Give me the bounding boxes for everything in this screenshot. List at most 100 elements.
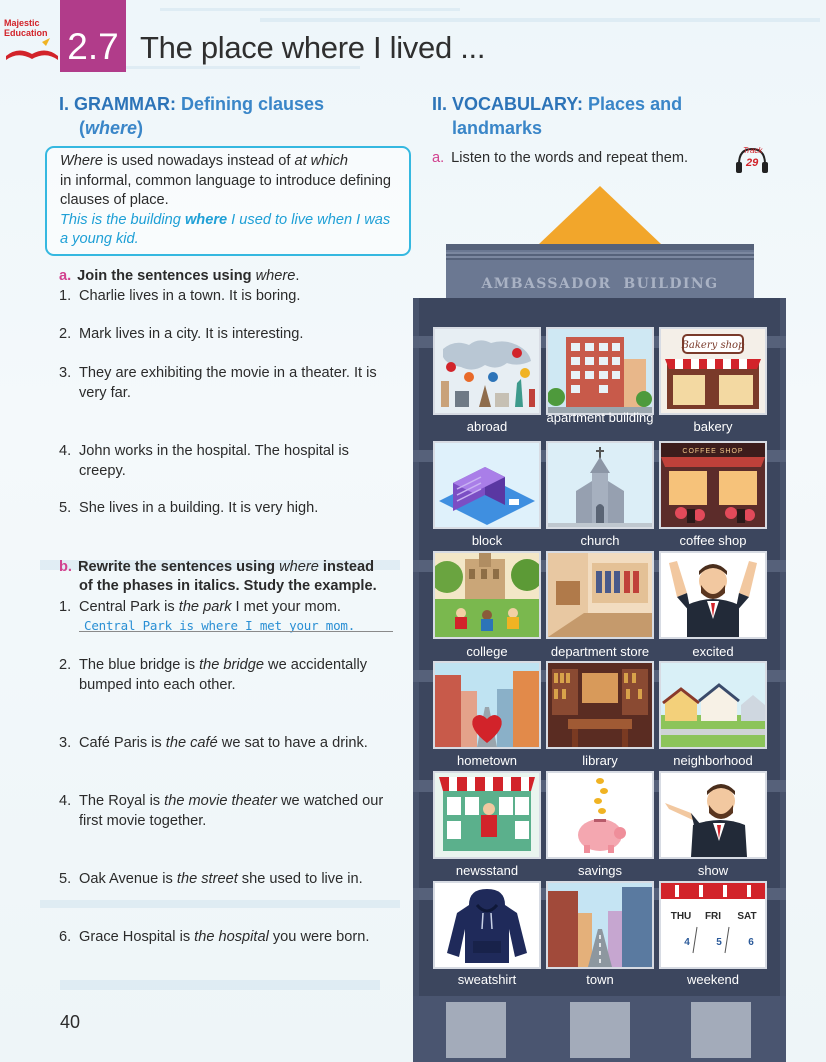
item-italic: the street bbox=[176, 871, 238, 887]
world-map-icon bbox=[435, 329, 539, 413]
hometown-icon bbox=[435, 663, 539, 747]
vocab-image-church bbox=[546, 441, 654, 529]
decor-stripe bbox=[40, 900, 400, 908]
item-pre: Central Park is bbox=[79, 599, 179, 615]
rule-text-2: in informal, common language to introduc… bbox=[60, 172, 391, 209]
task-a-item: 4. John works in the hospital. The hospit… bbox=[59, 441, 399, 481]
vocab-word: excited bbox=[692, 644, 734, 659]
audio-track-badge[interactable]: Track 29 bbox=[734, 144, 770, 176]
vocab-word: show bbox=[697, 863, 729, 878]
calendar-date: 4 bbox=[684, 937, 690, 948]
decor-stripe bbox=[160, 8, 460, 11]
rule-word-where: Where bbox=[60, 153, 103, 169]
vocab-heading-value: Places and bbox=[588, 94, 683, 114]
vocab-word: weekend bbox=[686, 972, 740, 987]
grammar-rule-box: Where is used nowadays instead of at whi… bbox=[45, 146, 411, 256]
city-block-icon bbox=[435, 443, 539, 527]
vocab-task-a: a. Listen to the words and repeat them. bbox=[432, 150, 688, 166]
vocab-word: department store bbox=[550, 644, 650, 659]
page-number: 40 bbox=[60, 1012, 81, 1032]
paren-close: ) bbox=[137, 118, 144, 138]
item-text: John works in the hospital. The hospital… bbox=[79, 443, 349, 479]
vocabulary-heading-line2: landmarks bbox=[452, 116, 542, 140]
item-pre: The Royal is bbox=[79, 793, 165, 809]
calendar-day: SAT bbox=[737, 911, 756, 922]
building-base bbox=[413, 996, 786, 1062]
hoodie-icon bbox=[435, 883, 539, 967]
building-sign-label: AMBASSADOR BUILDING bbox=[446, 276, 754, 292]
item-pre: Grace Hospital is bbox=[79, 929, 195, 945]
vocabulary-heading: II. VOCABULARY: Places and bbox=[432, 92, 682, 116]
unit-number-badge: 2.7 bbox=[60, 0, 126, 72]
bakery-shop-icon: Bakery shop bbox=[661, 329, 765, 413]
vocab-image-weekend: THU FRI SAT 4 5 6 bbox=[659, 881, 767, 969]
task-b-instruction: b. Rewrite the sentences using where inst… bbox=[59, 558, 374, 577]
rule-line-1: Where is used nowadays instead of at whi… bbox=[60, 152, 397, 172]
vocab-image-hometown bbox=[433, 661, 541, 749]
item-text: They are exhibiting the movie in a theat… bbox=[79, 365, 377, 401]
vocab-task-text: Listen to the words and repeat them. bbox=[451, 150, 689, 166]
item-text: Mark lives in a city. It is interesting. bbox=[79, 326, 304, 342]
vocab-word: bakery bbox=[693, 419, 733, 434]
sign-word-1: AMBASSADOR bbox=[481, 276, 612, 292]
vocab-word: library bbox=[582, 753, 618, 768]
item-number: 1. bbox=[59, 288, 72, 304]
task-a-end: . bbox=[295, 268, 300, 284]
decor-stripe bbox=[120, 66, 360, 69]
college-icon bbox=[435, 553, 539, 637]
task-a-item: 5. She lives in a building. It is very hi… bbox=[59, 498, 399, 518]
item-number: 2. bbox=[59, 326, 72, 342]
item-italic: the bridge bbox=[199, 657, 264, 673]
task-a-word: where bbox=[255, 268, 296, 284]
calendar-day: THU bbox=[671, 911, 692, 922]
building-roof bbox=[539, 186, 661, 244]
calendar-date: 6 bbox=[748, 937, 754, 948]
task-b-letter: b. bbox=[59, 559, 72, 575]
vocab-image-bakery: Bakery shop bbox=[659, 327, 767, 415]
vocab-image-town bbox=[546, 881, 654, 969]
vocab-image-coffee-shop: COFFEE SHOP bbox=[659, 441, 767, 529]
item-text: Charlie lives in a town. It is boring. bbox=[79, 288, 301, 304]
item-italic: the movie theater bbox=[164, 793, 277, 809]
task-a-item: 3. They are exhibiting the movie in a the… bbox=[59, 363, 399, 403]
apartment-icon bbox=[548, 329, 652, 413]
task-b-item: 2. The blue bridge is the bridge we accid… bbox=[59, 655, 399, 695]
vocab-image-college bbox=[433, 551, 541, 639]
task-a-letter: a. bbox=[59, 268, 72, 284]
item-number: 5. bbox=[59, 500, 72, 516]
vocab-word: coffee shop bbox=[679, 533, 747, 548]
task-b-text1: Rewrite the sentences using bbox=[77, 559, 280, 575]
task-b-word: where bbox=[279, 559, 319, 575]
grammar-heading-word: where bbox=[85, 118, 138, 138]
building-sign: AMBASSADOR BUILDING bbox=[446, 244, 754, 298]
item-pre: The blue bridge is bbox=[79, 657, 200, 673]
logo-text-1: Majestic bbox=[4, 18, 40, 28]
presenter-icon bbox=[661, 773, 765, 857]
task-a-instruction: a. Join the sentences using where. bbox=[59, 267, 299, 286]
item-post: I met your mom. bbox=[231, 599, 341, 615]
vocab-image-excited bbox=[659, 551, 767, 639]
vocab-heading-line2-text: landmarks bbox=[452, 118, 543, 138]
grammar-heading-value: Defining clauses bbox=[181, 94, 325, 114]
vocab-word: block bbox=[471, 533, 503, 548]
item-number: 3. bbox=[59, 365, 72, 381]
vocab-image-sweatshirt bbox=[433, 881, 541, 969]
vocab-image-block bbox=[433, 441, 541, 529]
decor-stripe bbox=[60, 980, 380, 990]
calendar-icon: THU FRI SAT 4 5 6 bbox=[661, 883, 765, 967]
vocab-image-neighborhood bbox=[659, 661, 767, 749]
vocab-word: abroad bbox=[466, 419, 508, 434]
task-b-text2: instead bbox=[318, 559, 375, 575]
item-italic: the café bbox=[165, 735, 218, 751]
vocab-image-library bbox=[546, 661, 654, 749]
vocab-word: neighborhood bbox=[673, 753, 753, 768]
sign-word-2: BUILDING bbox=[623, 276, 719, 292]
task-b-item: 1. Central Park is the park I met your mo… bbox=[59, 597, 399, 617]
bakery-sign-text: Bakery shop bbox=[681, 340, 745, 351]
newsstand-icon bbox=[435, 773, 539, 857]
item-post: she used to live in. bbox=[237, 871, 363, 887]
task-a-item: 2. Mark lives in a city. It is interestin… bbox=[59, 324, 399, 344]
item-number: 2. bbox=[59, 657, 72, 673]
vocab-word: sweatshirt bbox=[457, 972, 517, 987]
item-post: we sat to have a drink. bbox=[217, 735, 368, 751]
